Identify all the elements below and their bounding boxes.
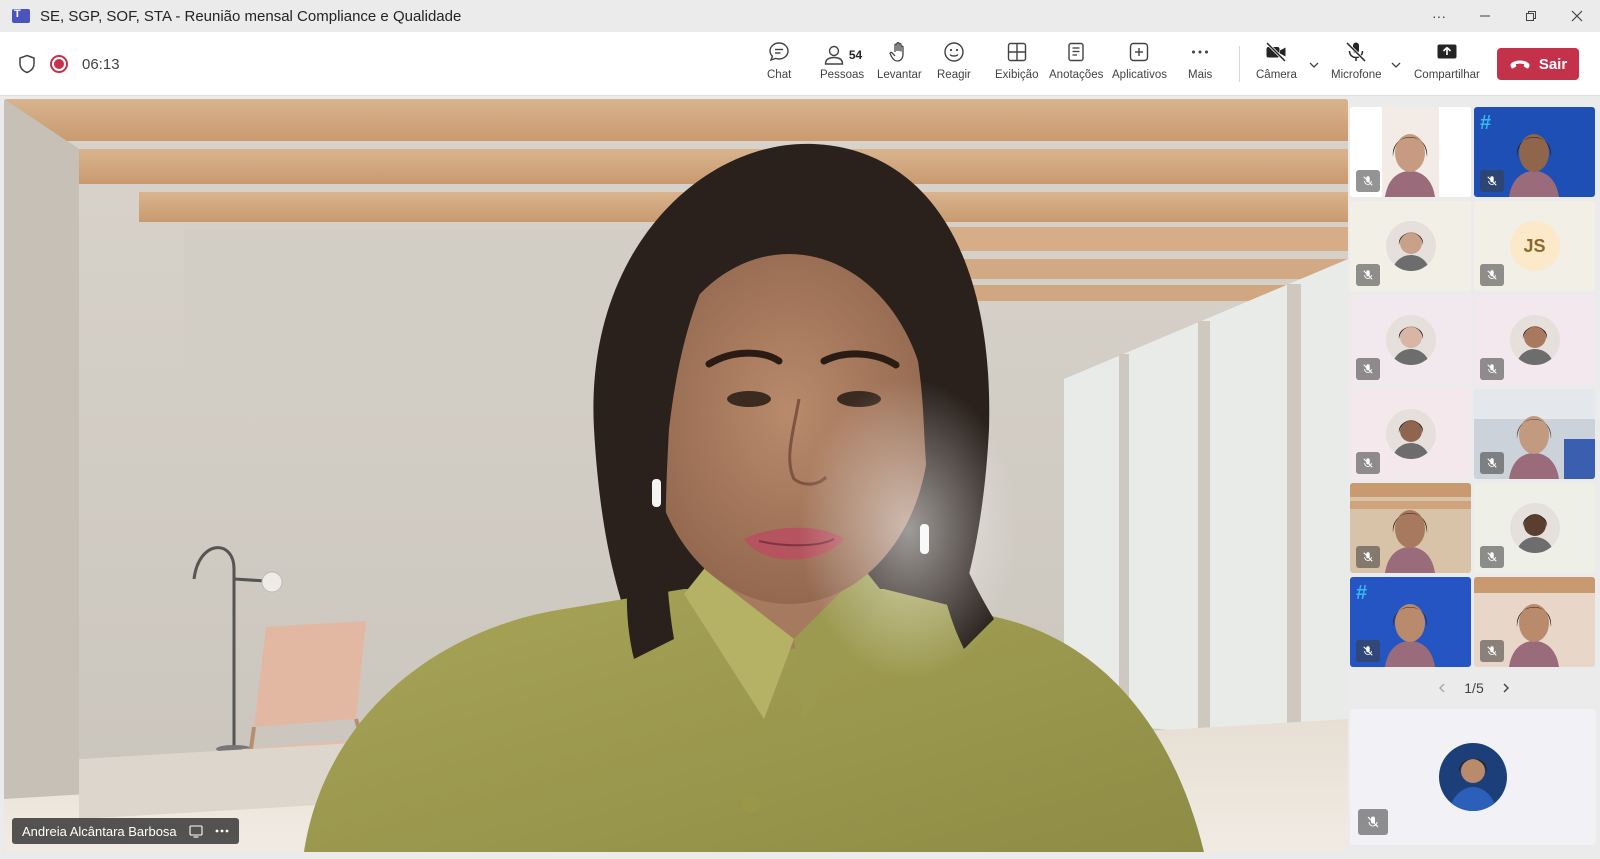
participant-tile[interactable] <box>1474 389 1595 479</box>
svg-text:#: # <box>1480 112 1491 134</box>
muted-mic-icon <box>1480 358 1504 380</box>
recording-icon <box>50 55 68 73</box>
screen-share-indicator-icon <box>189 824 203 838</box>
participant-tile[interactable]: # <box>1474 107 1595 197</box>
speaker-name: Andreia Alcântara Barbosa <box>22 823 177 839</box>
leave-label: Sair <box>1538 55 1568 73</box>
participant-initials: JS <box>1509 221 1560 271</box>
speaker-more-options-icon[interactable] <box>215 829 229 833</box>
people-label: Pessoas <box>820 69 865 81</box>
muted-mic-icon <box>1480 170 1504 192</box>
chat-label: Chat <box>767 69 792 81</box>
chat-icon <box>769 42 789 62</box>
muted-mic-icon <box>1480 264 1504 286</box>
notes-icon <box>1068 42 1084 62</box>
participant-avatar <box>1385 221 1436 271</box>
close-button[interactable] <box>1554 0 1600 32</box>
add-app-icon <box>1130 42 1149 62</box>
notes-button[interactable]: Anotações <box>1049 40 1103 90</box>
share-label: Compartilhar <box>1414 69 1480 81</box>
apps-label: Aplicativos <box>1112 69 1167 81</box>
people-icon <box>824 45 844 65</box>
microphone-off-icon <box>1346 41 1367 63</box>
next-page-icon[interactable] <box>1500 682 1512 694</box>
people-count: 54 <box>848 47 863 62</box>
meeting-timer: 06:13 <box>82 55 120 73</box>
muted-mic-icon <box>1356 546 1380 568</box>
camera-label: Câmera <box>1256 69 1297 81</box>
svg-text:#: # <box>1356 582 1367 604</box>
participant-avatar <box>1385 409 1436 459</box>
participant-tile[interactable] <box>1350 483 1471 573</box>
raise-hand-button[interactable]: Levantar <box>877 40 922 90</box>
speaker-name-tag: Andreia Alcântara Barbosa <box>12 818 239 844</box>
leave-button[interactable]: Sair <box>1497 48 1579 80</box>
muted-mic-icon <box>1356 170 1380 192</box>
view-button[interactable]: Exibição <box>995 40 1038 90</box>
react-button[interactable]: Reagir <box>937 40 971 90</box>
teams-logo-icon <box>12 8 30 23</box>
view-label: Exibição <box>995 69 1039 81</box>
self-muted-mic-icon <box>1358 809 1388 835</box>
participant-tile[interactable] <box>1350 295 1471 385</box>
camera-button[interactable]: Câmera <box>1256 40 1297 90</box>
notes-label: Anotações <box>1049 69 1104 81</box>
muted-mic-icon <box>1356 452 1380 474</box>
chat-button[interactable]: Chat <box>767 40 791 90</box>
meeting-status: 06:13 <box>18 32 120 96</box>
raise-hand-label: Levantar <box>877 69 922 81</box>
participant-avatar <box>1509 315 1560 365</box>
page-indicator: 1/5 <box>1464 680 1484 696</box>
microphone-button[interactable]: Microfone <box>1331 40 1382 90</box>
smiley-icon <box>944 42 964 62</box>
title-bar: SE, SGP, SOF, STA - Reunião mensal Compl… <box>0 0 1600 32</box>
participant-tile[interactable]: JS <box>1474 201 1595 291</box>
self-avatar <box>1439 743 1507 811</box>
minimize-button[interactable] <box>1462 0 1508 32</box>
muted-mic-icon <box>1480 452 1504 474</box>
muted-mic-icon <box>1480 640 1504 662</box>
participant-tile[interactable] <box>1474 295 1595 385</box>
more-window-options-icon[interactable]: ··· <box>1416 0 1462 32</box>
camera-off-icon <box>1266 41 1287 63</box>
react-label: Reagir <box>937 69 971 81</box>
more-label: Mais <box>1188 69 1213 81</box>
shield-icon[interactable] <box>18 54 36 74</box>
muted-mic-icon <box>1356 264 1380 286</box>
microphone-options-chevron-icon[interactable] <box>1389 58 1403 72</box>
speaker-video <box>4 99 1348 852</box>
participant-tile[interactable] <box>1350 389 1471 479</box>
muted-mic-icon <box>1356 640 1380 662</box>
participant-avatar <box>1385 315 1436 365</box>
participant-tile[interactable] <box>1474 577 1595 667</box>
window-title: SE, SGP, SOF, STA - Reunião mensal Compl… <box>40 7 462 25</box>
share-button[interactable]: Compartilhar <box>1414 40 1480 90</box>
muted-mic-icon <box>1356 358 1380 380</box>
share-screen-icon <box>1437 44 1457 59</box>
more-options-icon <box>1192 50 1209 54</box>
restore-button[interactable] <box>1508 0 1554 32</box>
raise-hand-icon <box>889 41 905 62</box>
toolbar-divider <box>1239 46 1240 82</box>
participant-tile[interactable] <box>1350 201 1471 291</box>
participant-tile[interactable] <box>1350 107 1471 197</box>
meeting-toolbar: 06:13 Chat 54 Pessoas Levantar Reagir Ex… <box>0 32 1600 96</box>
people-button[interactable]: 54 Pessoas <box>820 40 864 90</box>
main-video-stage[interactable]: Andreia Alcântara Barbosa <box>4 99 1348 852</box>
apps-button[interactable]: Aplicativos <box>1112 40 1167 90</box>
camera-options-chevron-icon[interactable] <box>1307 58 1321 72</box>
muted-mic-icon <box>1480 546 1504 568</box>
self-preview-tile[interactable] <box>1350 709 1596 845</box>
microphone-label: Microfone <box>1331 69 1382 81</box>
hang-up-icon <box>1510 60 1530 69</box>
gallery-pager: 1/5 <box>1350 676 1598 700</box>
participant-avatar <box>1509 503 1560 553</box>
participant-tile[interactable] <box>1474 483 1595 573</box>
participant-tile[interactable]: # <box>1350 577 1471 667</box>
previous-page-icon[interactable] <box>1436 682 1448 694</box>
more-button[interactable]: Mais <box>1188 40 1212 90</box>
grid-view-icon <box>1007 42 1026 62</box>
